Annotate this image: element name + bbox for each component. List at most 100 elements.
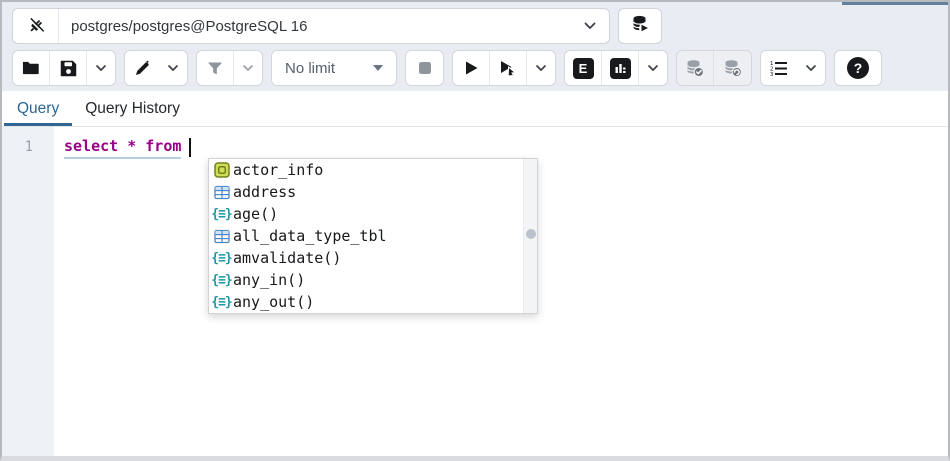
tab-query-history-label: Query History — [85, 100, 180, 118]
code-line-1[interactable]: select * from — [54, 136, 948, 158]
sql-keyword: select — [64, 137, 118, 155]
sql-keyword: from — [145, 137, 181, 155]
sql-editor[interactable]: 1 select * from actor_infoaddress{≡}age(… — [2, 127, 948, 456]
autocomplete-item-label: address — [233, 183, 296, 201]
execute-play-icon — [464, 60, 479, 76]
row-limit-select[interactable]: No limit — [271, 50, 397, 86]
filter-options-button[interactable] — [234, 51, 262, 85]
execute-to-cursor-icon — [499, 60, 517, 77]
autocomplete-scrollbar[interactable] — [523, 159, 537, 313]
cancel-query-group — [405, 50, 444, 86]
autocomplete-item[interactable]: address — [209, 181, 523, 203]
macros-list-icon: 1 2 3 — [770, 60, 788, 76]
edit-button-group — [124, 50, 188, 86]
explain-button[interactable]: E — [565, 51, 602, 85]
table-icon — [213, 184, 230, 201]
macros-button-group: 1 2 3 — [760, 50, 826, 86]
function-icon: {≡} — [213, 250, 230, 267]
query-tool-window: postgres/postgres@PostgreSQL 16 — [0, 0, 950, 461]
scrollbar-thumb[interactable] — [526, 229, 536, 239]
explain-analyze-chart-icon — [610, 58, 631, 79]
query-tool-header: postgres/postgres@PostgreSQL 16 — [2, 2, 948, 91]
autocomplete-item[interactable]: {≡}age() — [209, 203, 523, 225]
transaction-button-group — [676, 50, 752, 86]
plug-disconnected-icon — [13, 9, 59, 43]
function-icon: {≡} — [213, 294, 230, 311]
function-icon: {≡} — [213, 206, 230, 223]
editor-gutter: 1 — [2, 127, 54, 456]
autocomplete-item[interactable]: {≡}any_in() — [209, 269, 523, 291]
save-options-button[interactable] — [87, 51, 115, 85]
help-icon: ? — [847, 57, 869, 79]
open-file-button[interactable] — [13, 51, 50, 85]
panel-edge-accent — [842, 2, 948, 5]
execute-button-group — [452, 50, 556, 86]
execute-script-button[interactable] — [453, 51, 490, 85]
macros-button[interactable]: 1 2 3 — [761, 51, 797, 85]
autocomplete-item-label: any_out() — [233, 293, 314, 311]
select-arrow-icon — [373, 65, 383, 71]
table-icon — [213, 228, 230, 245]
chevron-down-icon — [648, 65, 658, 72]
autocomplete-item-label: amvalidate() — [233, 249, 341, 267]
tab-query[interactable]: Query — [4, 91, 72, 126]
explain-analyze-button[interactable] — [602, 51, 639, 85]
line-number: 1 — [2, 136, 54, 158]
autocomplete-item-label: age() — [233, 205, 278, 223]
chevron-down-icon — [536, 65, 546, 72]
filter-button[interactable] — [197, 51, 234, 85]
explain-button-group: E — [564, 50, 668, 86]
text-cursor — [189, 138, 191, 157]
open-file-icon — [22, 60, 40, 76]
execute-query-button[interactable] — [490, 51, 527, 85]
sql-statement: select * from — [64, 135, 181, 159]
commit-icon — [685, 59, 705, 78]
autocomplete-item-label: actor_info — [233, 161, 323, 179]
connection-label: postgres/postgres@PostgreSQL 16 — [59, 18, 584, 35]
chevron-down-icon — [96, 65, 106, 72]
help-button[interactable]: ? — [835, 51, 881, 85]
tab-query-history[interactable]: Query History — [72, 91, 193, 126]
autocomplete-popup: actor_infoaddress{≡}age()all_data_type_t… — [208, 158, 538, 314]
filter-icon — [207, 61, 223, 76]
stop-icon — [418, 61, 432, 75]
rollback-icon — [723, 59, 743, 78]
help-button-group: ? — [834, 50, 882, 86]
edit-menu-chevron[interactable] — [159, 51, 187, 85]
explain-options-button[interactable] — [639, 51, 667, 85]
connection-select[interactable]: postgres/postgres@PostgreSQL 16 — [12, 8, 610, 44]
file-button-group — [12, 50, 116, 86]
autocomplete-list: actor_infoaddress{≡}age()all_data_type_t… — [209, 159, 523, 313]
autocomplete-item[interactable]: all_data_type_tbl — [209, 225, 523, 247]
code-area[interactable]: select * from actor_infoaddress{≡}age()a… — [54, 127, 948, 456]
cancel-query-button[interactable] — [406, 51, 443, 85]
autocomplete-item[interactable]: actor_info — [209, 159, 523, 181]
connection-row: postgres/postgres@PostgreSQL 16 — [12, 8, 938, 44]
sql-star-operator: * — [127, 137, 136, 155]
execute-options-button[interactable] — [527, 51, 555, 85]
filter-button-group — [196, 50, 263, 86]
edit-menu-button[interactable] — [125, 51, 159, 85]
macros-chevron[interactable] — [797, 51, 825, 85]
save-file-button[interactable] — [50, 51, 87, 85]
autocomplete-item-label: all_data_type_tbl — [233, 227, 387, 245]
autocomplete-item[interactable]: {≡}any_out() — [209, 291, 523, 313]
autocomplete-item-label: any_in() — [233, 271, 305, 289]
commit-button[interactable] — [677, 51, 714, 85]
save-file-icon — [60, 60, 77, 77]
new-connection-button[interactable] — [618, 8, 662, 44]
query-toolbar: No limit — [12, 50, 938, 86]
chevron-down-icon — [168, 65, 178, 72]
row-limit-value: No limit — [285, 60, 335, 77]
svg-text:3: 3 — [770, 72, 773, 76]
rollback-button[interactable] — [714, 51, 751, 85]
view-icon — [213, 162, 230, 179]
chevron-down-icon — [806, 65, 816, 72]
autocomplete-item[interactable]: {≡}amvalidate() — [209, 247, 523, 269]
editor-tabbar: Query Query History — [2, 91, 948, 127]
chevron-down-icon — [243, 65, 253, 72]
tab-query-label: Query — [17, 100, 59, 118]
chevron-down-icon — [584, 22, 609, 30]
function-icon: {≡} — [213, 272, 230, 289]
database-new-connection-icon — [630, 14, 650, 39]
